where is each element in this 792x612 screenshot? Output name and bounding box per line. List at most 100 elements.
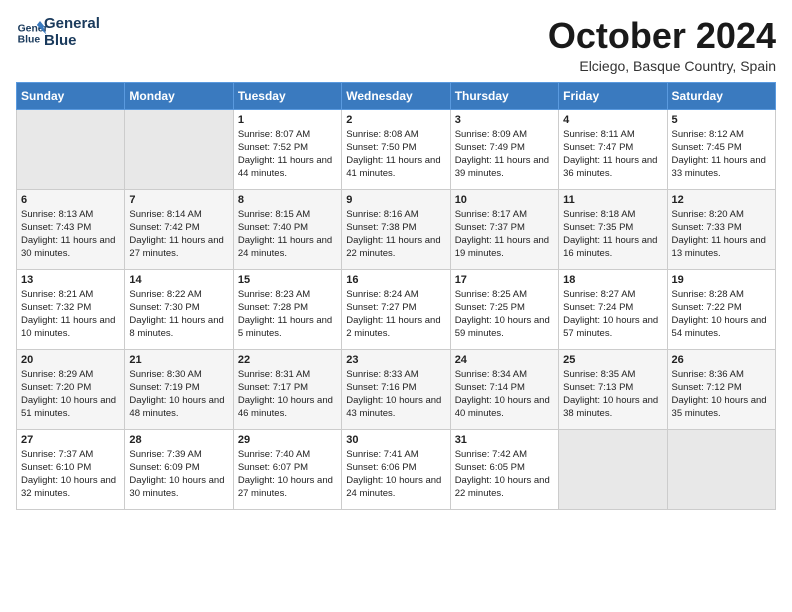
day-info: Sunrise: 8:15 AM Sunset: 7:40 PM Dayligh…: [238, 208, 337, 261]
day-info: Sunrise: 8:33 AM Sunset: 7:16 PM Dayligh…: [346, 368, 445, 421]
calendar-cell: 2 Sunrise: 8:08 AM Sunset: 7:50 PM Daylig…: [342, 109, 450, 189]
day-number: 12: [672, 194, 771, 206]
day-header-thursday: Thursday: [450, 82, 558, 109]
day-info: Sunrise: 8:31 AM Sunset: 7:17 PM Dayligh…: [238, 368, 337, 421]
calendar-cell: 15 Sunrise: 8:23 AM Sunset: 7:28 PM Dayli…: [233, 269, 341, 349]
day-info: Sunrise: 7:40 AM Sunset: 6:07 PM Dayligh…: [238, 448, 337, 501]
day-number: 31: [455, 434, 554, 446]
day-info: Sunrise: 8:11 AM Sunset: 7:47 PM Dayligh…: [563, 128, 662, 181]
day-number: 29: [238, 434, 337, 446]
day-number: 16: [346, 274, 445, 286]
day-info: Sunrise: 8:09 AM Sunset: 7:49 PM Dayligh…: [455, 128, 554, 181]
day-info: Sunrise: 7:39 AM Sunset: 6:09 PM Dayligh…: [129, 448, 228, 501]
day-header-wednesday: Wednesday: [342, 82, 450, 109]
location: Elciego, Basque Country, Spain: [548, 58, 776, 74]
calendar-cell: 13 Sunrise: 8:21 AM Sunset: 7:32 PM Dayli…: [17, 269, 125, 349]
day-info: Sunrise: 8:08 AM Sunset: 7:50 PM Dayligh…: [346, 128, 445, 181]
logo-line2: Blue: [44, 33, 77, 50]
calendar-cell: 18 Sunrise: 8:27 AM Sunset: 7:24 PM Dayli…: [559, 269, 667, 349]
title-block: October 2024 Elciego, Basque Country, Sp…: [548, 16, 776, 74]
day-info: Sunrise: 8:16 AM Sunset: 7:38 PM Dayligh…: [346, 208, 445, 261]
calendar-cell: 11Sunrise: 8:18 AM Sunset: 7:35 PM Dayli…: [559, 189, 667, 269]
day-header-sunday: Sunday: [17, 82, 125, 109]
day-info: Sunrise: 8:25 AM Sunset: 7:25 PM Dayligh…: [455, 288, 554, 341]
day-number: 8: [238, 194, 337, 206]
calendar-cell: [125, 109, 233, 189]
calendar-cell: 20Sunrise: 8:29 AM Sunset: 7:20 PM Dayli…: [17, 349, 125, 429]
day-info: Sunrise: 7:41 AM Sunset: 6:06 PM Dayligh…: [346, 448, 445, 501]
day-number: 15: [238, 274, 337, 286]
day-header-monday: Monday: [125, 82, 233, 109]
day-info: Sunrise: 8:35 AM Sunset: 7:13 PM Dayligh…: [563, 368, 662, 421]
day-info: Sunrise: 8:13 AM Sunset: 7:43 PM Dayligh…: [21, 208, 120, 261]
day-info: Sunrise: 8:24 AM Sunset: 7:27 PM Dayligh…: [346, 288, 445, 341]
calendar-cell: 12 Sunrise: 8:20 AM Sunset: 7:33 PM Dayli…: [667, 189, 775, 269]
calendar-cell: 14 Sunrise: 8:22 AM Sunset: 7:30 PM Dayli…: [125, 269, 233, 349]
day-number: 23: [346, 354, 445, 366]
day-number: 28: [129, 434, 228, 446]
calendar-cell: 23 Sunrise: 8:33 AM Sunset: 7:16 PM Dayli…: [342, 349, 450, 429]
calendar-cell: 10 Sunrise: 8:17 AM Sunset: 7:37 PM Dayli…: [450, 189, 558, 269]
day-header-saturday: Saturday: [667, 82, 775, 109]
day-info: Sunrise: 8:36 AM Sunset: 7:12 PM Dayligh…: [672, 368, 771, 421]
day-info: Sunrise: 7:42 AM Sunset: 6:05 PM Dayligh…: [455, 448, 554, 501]
calendar-cell: 1 Sunrise: 8:07 AM Sunset: 7:52 PM Daylig…: [233, 109, 341, 189]
day-info: Sunrise: 8:22 AM Sunset: 7:30 PM Dayligh…: [129, 288, 228, 341]
day-info: Sunrise: 8:12 AM Sunset: 7:45 PM Dayligh…: [672, 128, 771, 181]
calendar-cell: 24 Sunrise: 8:34 AM Sunset: 7:14 PM Dayli…: [450, 349, 558, 429]
day-info: Sunrise: 8:27 AM Sunset: 7:24 PM Dayligh…: [563, 288, 662, 341]
day-number: 17: [455, 274, 554, 286]
day-number: 3: [455, 114, 554, 126]
svg-text:Blue: Blue: [18, 34, 41, 45]
day-info: Sunrise: 8:23 AM Sunset: 7:28 PM Dayligh…: [238, 288, 337, 341]
day-info: Sunrise: 8:21 AM Sunset: 7:32 PM Dayligh…: [21, 288, 120, 341]
day-info: Sunrise: 8:07 AM Sunset: 7:52 PM Dayligh…: [238, 128, 337, 181]
calendar-cell: 17 Sunrise: 8:25 AM Sunset: 7:25 PM Dayli…: [450, 269, 558, 349]
day-number: 24: [455, 354, 554, 366]
calendar-cell: 8 Sunrise: 8:15 AM Sunset: 7:40 PM Daylig…: [233, 189, 341, 269]
calendar-cell: 29 Sunrise: 7:40 AM Sunset: 6:07 PM Dayli…: [233, 429, 341, 509]
day-info: Sunrise: 8:28 AM Sunset: 7:22 PM Dayligh…: [672, 288, 771, 341]
day-number: 1: [238, 114, 337, 126]
calendar-cell: 4 Sunrise: 8:11 AM Sunset: 7:47 PM Daylig…: [559, 109, 667, 189]
calendar-cell: 7Sunrise: 8:14 AM Sunset: 7:42 PM Daylig…: [125, 189, 233, 269]
calendar-cell: 6 Sunrise: 8:13 AM Sunset: 7:43 PM Daylig…: [17, 189, 125, 269]
calendar-cell: 26 Sunrise: 8:36 AM Sunset: 7:12 PM Dayli…: [667, 349, 775, 429]
day-number: 18: [563, 274, 662, 286]
day-number: 19: [672, 274, 771, 286]
day-info: Sunrise: 8:29 AM Sunset: 7:20 PM Dayligh…: [21, 368, 120, 421]
day-number: 2: [346, 114, 445, 126]
logo-line1: General: [44, 16, 100, 33]
day-number: 4: [563, 114, 662, 126]
calendar-cell: 19 Sunrise: 8:28 AM Sunset: 7:22 PM Dayli…: [667, 269, 775, 349]
day-number: 21: [129, 354, 228, 366]
calendar-cell: [17, 109, 125, 189]
day-info: Sunrise: 8:17 AM Sunset: 7:37 PM Dayligh…: [455, 208, 554, 261]
day-info: Sunrise: 7:37 AM Sunset: 6:10 PM Dayligh…: [21, 448, 120, 501]
day-info: Sunrise: 8:20 AM Sunset: 7:33 PM Dayligh…: [672, 208, 771, 261]
calendar-cell: [667, 429, 775, 509]
day-number: 6: [21, 194, 120, 206]
day-number: 30: [346, 434, 445, 446]
day-number: 25: [563, 354, 662, 366]
day-number: 13: [21, 274, 120, 286]
calendar-cell: 30 Sunrise: 7:41 AM Sunset: 6:06 PM Dayli…: [342, 429, 450, 509]
day-header-friday: Friday: [559, 82, 667, 109]
day-info: Sunrise: 8:34 AM Sunset: 7:14 PM Dayligh…: [455, 368, 554, 421]
calendar-cell: 5 Sunrise: 8:12 AM Sunset: 7:45 PM Daylig…: [667, 109, 775, 189]
day-number: 27: [21, 434, 120, 446]
day-number: 5: [672, 114, 771, 126]
calendar-cell: [559, 429, 667, 509]
day-info: Sunrise: 8:30 AM Sunset: 7:19 PM Dayligh…: [129, 368, 228, 421]
day-number: 14: [129, 274, 228, 286]
day-number: 7: [129, 194, 228, 206]
day-number: 10: [455, 194, 554, 206]
day-info: Sunrise: 8:18 AM Sunset: 7:35 PM Dayligh…: [563, 208, 662, 261]
calendar-cell: 27 Sunrise: 7:37 AM Sunset: 6:10 PM Dayli…: [17, 429, 125, 509]
calendar-cell: 16 Sunrise: 8:24 AM Sunset: 7:27 PM Dayli…: [342, 269, 450, 349]
calendar-cell: 25 Sunrise: 8:35 AM Sunset: 7:13 PM Dayli…: [559, 349, 667, 429]
calendar-cell: 9Sunrise: 8:16 AM Sunset: 7:38 PM Daylig…: [342, 189, 450, 269]
page-header: General Blue General Blue October 2024 E…: [16, 16, 776, 74]
day-number: 26: [672, 354, 771, 366]
calendar-cell: 31 Sunrise: 7:42 AM Sunset: 6:05 PM Dayli…: [450, 429, 558, 509]
